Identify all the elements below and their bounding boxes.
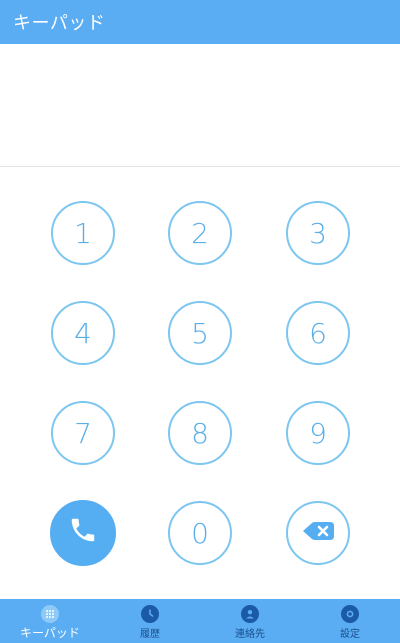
key-2[interactable]: 2: [168, 201, 232, 265]
key-label: 6: [309, 316, 327, 350]
key-label: 1: [74, 216, 92, 250]
settings-icon: [341, 605, 359, 623]
nav-keypad[interactable]: キーパッド: [0, 599, 100, 643]
key-1[interactable]: 1: [51, 201, 115, 265]
divider: [0, 166, 400, 167]
key-6[interactable]: 6: [286, 301, 350, 365]
clock-icon: [141, 605, 159, 623]
nav-contacts-label: 連絡先: [235, 629, 265, 640]
nav-keypad-label: キーパッド: [20, 626, 80, 640]
key-8[interactable]: 8: [168, 401, 232, 465]
nav-history-label: 履歴: [140, 629, 160, 640]
key-label: 4: [74, 316, 92, 350]
call-button[interactable]: [50, 500, 116, 566]
key-label: 8: [191, 416, 209, 450]
nav-contacts[interactable]: 連絡先: [200, 599, 300, 643]
app-bar: キーパッド: [0, 0, 400, 44]
page-title: キーパッド: [13, 13, 106, 34]
key-0[interactable]: 0: [168, 501, 232, 565]
key-label: 5: [191, 316, 209, 350]
delete-button[interactable]: [286, 501, 350, 565]
nav-history[interactable]: 履歴: [100, 599, 200, 643]
dialpad-icon: [41, 605, 59, 623]
key-3[interactable]: 3: [286, 201, 350, 265]
number-display[interactable]: [0, 44, 400, 166]
nav-settings[interactable]: 設定: [300, 599, 400, 643]
backspace-icon: [300, 517, 336, 550]
bottom-nav: キーパッド 履歴 連絡先 設定: [0, 599, 400, 643]
key-label: 3: [309, 216, 327, 250]
key-label: 9: [309, 416, 327, 450]
phone-icon: [68, 515, 98, 552]
key-7[interactable]: 7: [51, 401, 115, 465]
nav-settings-label: 設定: [340, 629, 360, 640]
person-icon: [241, 605, 259, 623]
key-4[interactable]: 4: [51, 301, 115, 365]
key-label: 0: [191, 516, 209, 550]
key-5[interactable]: 5: [168, 301, 232, 365]
key-label: 2: [191, 216, 209, 250]
key-label: 7: [74, 416, 92, 450]
key-9[interactable]: 9: [286, 401, 350, 465]
